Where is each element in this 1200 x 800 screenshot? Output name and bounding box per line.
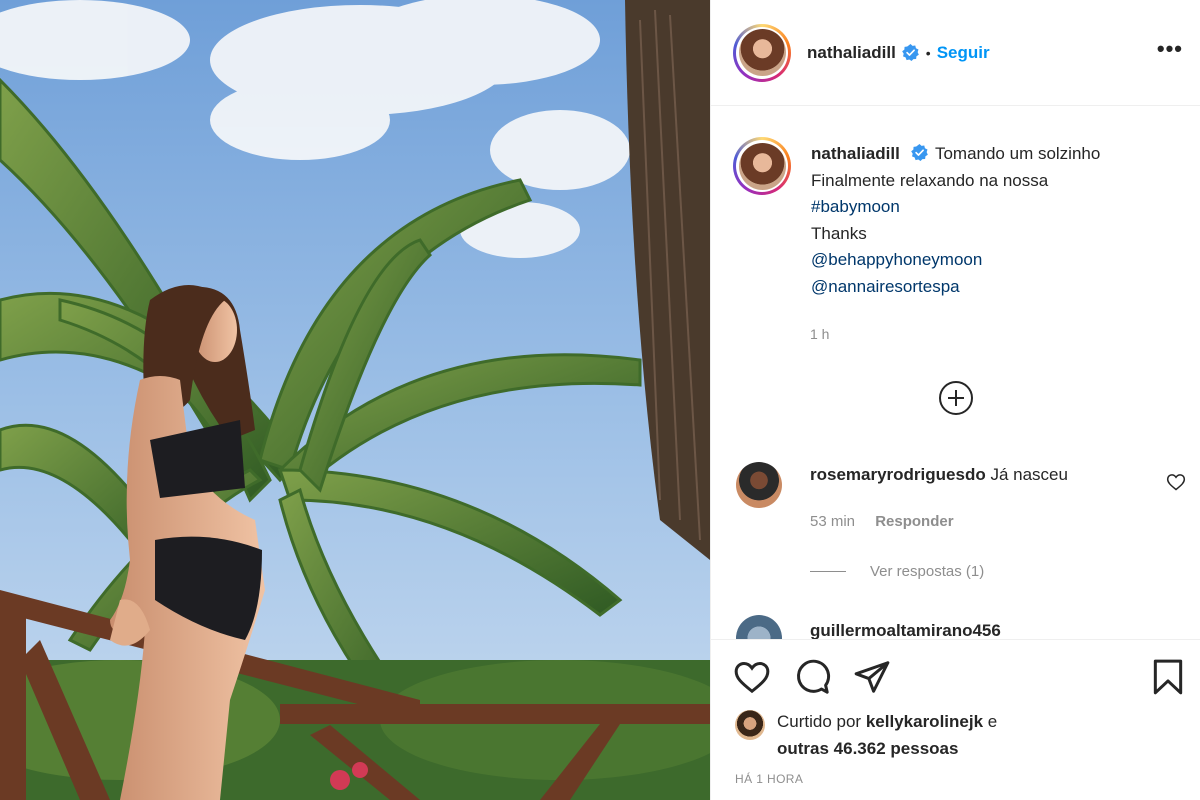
- post-header: nathaliadill • Seguir •••: [711, 0, 1200, 106]
- replies-divider: [810, 571, 846, 572]
- commenter-username[interactable]: rosemaryrodriguesdo: [810, 465, 986, 484]
- post-actions: Curtido por kellykarolinejk e outras 46.…: [711, 639, 1200, 800]
- caption-username[interactable]: nathaliadill: [811, 144, 900, 163]
- post-timestamp[interactable]: HÁ 1 HORA: [735, 772, 803, 786]
- comments-area[interactable]: nathaliadill Tomando um solzinho Finalme…: [711, 107, 1200, 639]
- more-options-icon[interactable]: •••: [1157, 38, 1183, 60]
- author-avatar[interactable]: [733, 23, 791, 82]
- caption-text: nathaliadill Tomando um solzinho Finalme…: [811, 141, 1100, 301]
- post-side-panel: nathaliadill • Seguir ••• nathaliadill T…: [710, 0, 1200, 800]
- comment-meta: 53 min Responder: [810, 513, 954, 530]
- post-caption: nathaliadill Tomando um solzinho Finalme…: [733, 137, 1100, 301]
- caption-avatar[interactable]: [733, 137, 791, 195]
- view-replies-label: Ver respostas (1): [870, 563, 985, 580]
- liker-username[interactable]: kellykarolinejk: [866, 712, 983, 731]
- verified-badge-icon: [910, 144, 928, 161]
- bookmark-icon[interactable]: [1149, 658, 1187, 696]
- caption-line-2: Finalmente relaxando na nossa: [811, 170, 1049, 190]
- commenter-username[interactable]: guillermoaltamirano456: [810, 621, 1001, 639]
- reply-button[interactable]: Responder: [875, 513, 953, 530]
- caption-mention-2[interactable]: @nannairesortespa: [811, 274, 1100, 301]
- comment-text: Já nasceu: [990, 465, 1068, 484]
- commenter-avatar[interactable]: [736, 615, 782, 639]
- commenter-avatar[interactable]: [736, 462, 782, 508]
- follow-button[interactable]: Seguir: [937, 43, 990, 63]
- share-icon[interactable]: [853, 658, 891, 696]
- heart-icon[interactable]: [733, 658, 771, 696]
- caption-line-3: Thanks: [811, 223, 867, 243]
- photo-image: [0, 0, 710, 800]
- caption-line-1: Tomando um solzinho: [934, 144, 1101, 163]
- comment-body: rosemaryrodriguesdo Já nasceu: [810, 465, 1068, 485]
- liker-avatar[interactable]: [735, 710, 765, 740]
- likes-suffix: e: [987, 712, 998, 731]
- verified-badge-icon: [901, 44, 919, 61]
- header-separator: •: [925, 44, 931, 61]
- caption-hashtag[interactable]: #babymoon: [811, 194, 1100, 221]
- post-photo[interactable]: [0, 0, 710, 800]
- add-comments-icon[interactable]: [939, 381, 973, 415]
- caption-mention-1[interactable]: @behappyhoneymoon: [811, 247, 1100, 274]
- likes-summary[interactable]: Curtido por kellykarolinejk e outras 46.…: [735, 708, 997, 762]
- comment-body: guillermoaltamirano456: [810, 621, 1001, 639]
- author-username[interactable]: nathaliadill: [807, 43, 896, 63]
- likes-text: Curtido por kellykarolinejk e outras 46.…: [777, 708, 997, 762]
- view-replies-button[interactable]: Ver respostas (1): [810, 563, 984, 580]
- comment-icon[interactable]: [793, 658, 831, 696]
- comment-time: 53 min: [810, 513, 856, 530]
- likes-count[interactable]: outras 46.362 pessoas: [777, 739, 958, 758]
- likes-prefix: Curtido por: [777, 712, 862, 731]
- caption-timestamp: 1 h: [810, 326, 830, 342]
- comment-heart-icon[interactable]: [1166, 472, 1186, 492]
- instagram-post: nathaliadill • Seguir ••• nathaliadill T…: [0, 0, 1200, 800]
